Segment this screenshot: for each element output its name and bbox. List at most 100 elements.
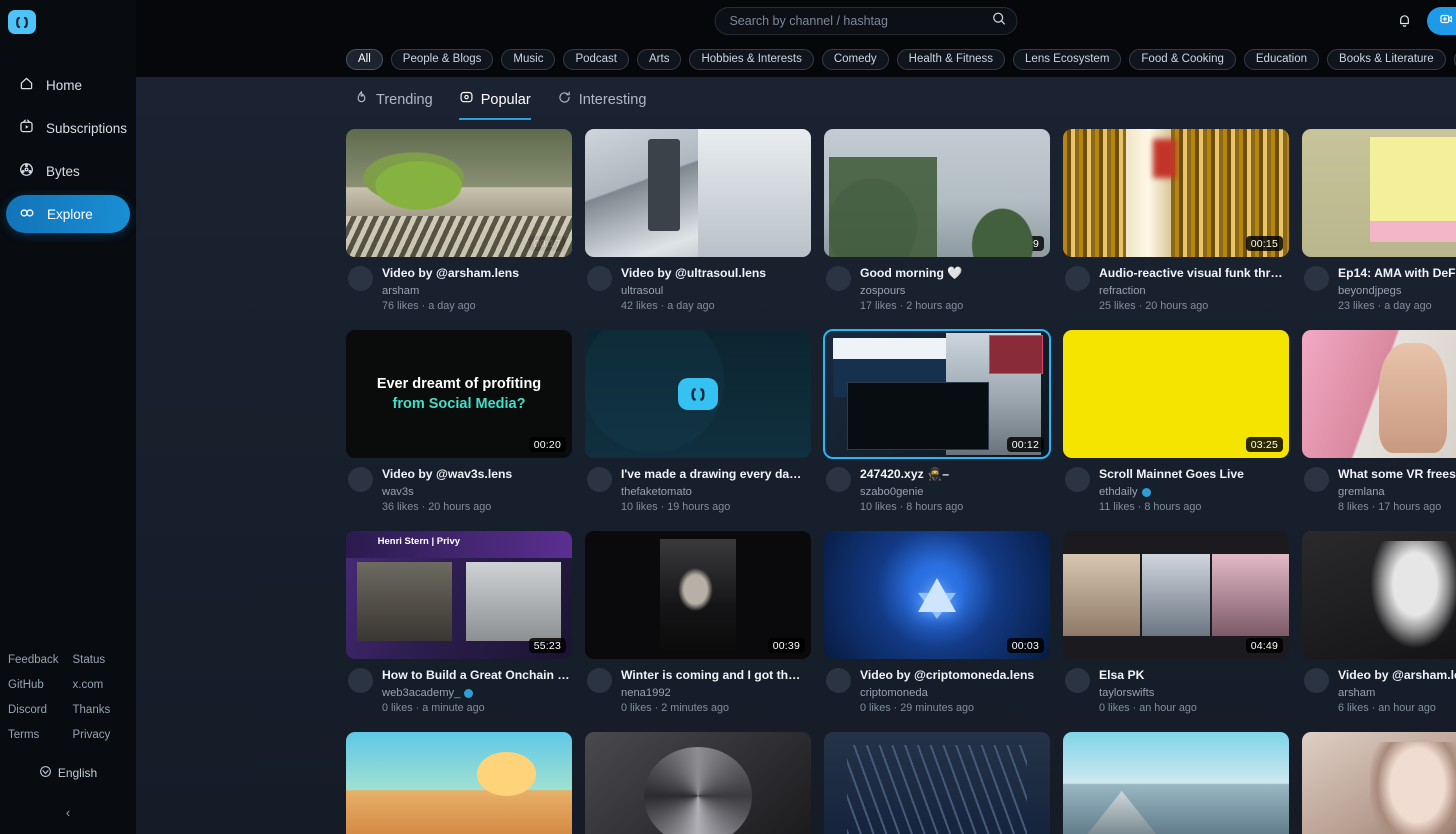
video-card[interactable]: 00:09 Good morning 🤍 zospours 17 likes · 2 … (824, 129, 1050, 312)
video-title[interactable]: Video by @arsham.lens (1338, 668, 1456, 683)
tab-trending[interactable]: Trending (354, 90, 433, 120)
video-thumbnail[interactable] (824, 732, 1050, 834)
video-title[interactable]: How to Build a Great Onchain … (382, 668, 570, 683)
video-thumbnail[interactable]: 00:12 (823, 329, 1051, 459)
video-card[interactable]: 04:49 Elsa PK taylorswifts 0 likes · an hou… (1063, 531, 1289, 714)
video-card[interactable]: 00:26 Video by @arsham.lens arsham 6 likes … (1302, 531, 1456, 714)
footer-link-feedback[interactable]: Feedback (8, 654, 59, 666)
video-title[interactable]: 247420.xyz 🥷– (860, 467, 1048, 482)
channel-name[interactable]: gremlana (1338, 486, 1456, 498)
video-card[interactable] (1302, 732, 1456, 834)
channel-name[interactable]: beyondjpegs (1338, 285, 1456, 297)
channel-avatar[interactable] (348, 467, 373, 492)
footer-link-privacy[interactable]: Privacy (73, 729, 111, 741)
footer-link-status[interactable]: Status (73, 654, 111, 666)
category-chip[interactable]: Hobbies & Interests (689, 48, 814, 70)
new-video-button[interactable]: New video (1427, 6, 1456, 35)
sidebar-item-subscriptions[interactable]: Subscriptions (6, 109, 130, 147)
channel-name[interactable]: criptomoneda (860, 687, 1048, 699)
category-chip[interactable]: People & Blogs (390, 48, 494, 70)
sidebar-item-home[interactable]: Home (6, 66, 130, 104)
channel-avatar[interactable] (587, 266, 612, 291)
category-chip[interactable]: Health & Fitness (896, 48, 1006, 70)
channel-name[interactable]: szabo0genie (860, 486, 1048, 498)
footer-link-thanks[interactable]: Thanks (73, 704, 111, 716)
channel-avatar[interactable] (1304, 668, 1329, 693)
video-card[interactable]: 00:17 Video by @arsham.lens arsham 76 likes… (346, 129, 572, 312)
category-chip[interactable]: All (346, 48, 383, 70)
video-title[interactable]: Audio-reactive visual funk thr… (1099, 266, 1287, 281)
video-card[interactable]: Ever dreamt of profiting from Social Medi… (346, 330, 572, 513)
category-chip[interactable]: Books & Literature (1327, 48, 1446, 70)
video-title[interactable]: I've made a drawing every da… (621, 467, 809, 482)
video-card[interactable]: 00:05 Video by @ultrasoul.lens ultrasoul 42… (585, 129, 811, 312)
video-thumbnail[interactable] (585, 732, 811, 834)
channel-name[interactable]: taylorswifts (1099, 687, 1287, 699)
video-card[interactable]: Henri Stern | Privy 55:23 How to Build a G… (346, 531, 572, 714)
footer-link-discord[interactable]: Discord (8, 704, 59, 716)
tab-popular[interactable]: Popular (458, 90, 531, 120)
channel-name[interactable]: thefaketomato (621, 486, 809, 498)
video-title[interactable]: What some VR freestyle sculp… (1338, 467, 1456, 482)
video-card[interactable]: I've made a drawing every da… thefaketoma… (585, 330, 811, 513)
lenstube-logo-icon[interactable] (8, 10, 36, 34)
video-card[interactable] (1063, 732, 1289, 834)
video-thumbnail[interactable]: Henri Stern | Privy 55:23 (346, 531, 572, 659)
video-card[interactable]: 01:18 What some VR freestyle sculp… gremla… (1302, 330, 1456, 513)
video-title[interactable]: Scroll Mainnet Goes Live (1099, 467, 1287, 482)
video-card[interactable]: 00:03 Video by @criptomoneda.lens criptomo… (824, 531, 1050, 714)
video-thumbnail[interactable] (585, 330, 811, 458)
footer-link-terms[interactable]: Terms (8, 729, 59, 741)
sidebar-item-explore[interactable]: Explore (6, 195, 130, 233)
channel-avatar[interactable] (1304, 467, 1329, 492)
category-chip[interactable]: Comedy (821, 48, 889, 70)
language-selector[interactable]: English (0, 765, 136, 781)
video-card[interactable] (346, 732, 572, 834)
channel-name[interactable]: refraction (1099, 285, 1287, 297)
video-thumbnail[interactable]: Ever dreamt of profiting from Social Medi… (346, 330, 572, 458)
channel-avatar[interactable] (826, 266, 851, 291)
video-card[interactable] (585, 732, 811, 834)
category-chip[interactable]: Lens Ecosystem (1013, 48, 1122, 70)
channel-avatar[interactable] (826, 467, 851, 492)
channel-name[interactable]: arsham (382, 285, 570, 297)
channel-name[interactable]: zospours (860, 285, 1048, 297)
channel-avatar[interactable] (587, 467, 612, 492)
video-thumbnail[interactable] (1302, 732, 1456, 834)
channel-avatar[interactable] (1065, 266, 1090, 291)
bell-icon[interactable] (1396, 12, 1413, 29)
channel-name[interactable]: nena1992 (621, 687, 809, 699)
channel-avatar[interactable] (1304, 266, 1329, 291)
video-title[interactable]: Good morning 🤍 (860, 266, 1048, 281)
channel-avatar[interactable] (348, 668, 373, 693)
sidebar-item-bytes[interactable]: Bytes (6, 152, 130, 190)
video-card[interactable]: 00:39 Winter is coming and I got th… nena1… (585, 531, 811, 714)
video-thumbnail[interactable]: 00:26 (1302, 531, 1456, 659)
video-title[interactable]: Winter is coming and I got th… (621, 668, 809, 683)
category-chip[interactable]: Food & Cooking (1129, 48, 1236, 70)
video-thumbnail[interactable]: 00:15 (1063, 129, 1289, 257)
video-title[interactable]: Video by @arsham.lens (382, 266, 570, 281)
video-card[interactable]: 03:25 Scroll Mainnet Goes Live ethdaily 11 … (1063, 330, 1289, 513)
search-input[interactable] (729, 13, 992, 28)
video-title[interactable]: Video by @criptomoneda.lens (860, 668, 1048, 683)
category-chip[interactable]: Music (501, 48, 556, 70)
video-thumbnail[interactable]: 01:18 (1302, 330, 1456, 458)
video-title[interactable]: Elsa PK (1099, 668, 1287, 683)
video-card[interactable]: 01:41 Ep14: AMA with DeFinn - Open… beyond… (1302, 129, 1456, 312)
channel-avatar[interactable] (587, 668, 612, 693)
video-title[interactable]: Ep14: AMA with DeFinn - Open… (1338, 266, 1456, 281)
video-title[interactable]: Video by @wav3s.lens (382, 467, 570, 482)
channel-name[interactable]: ultrasoul (621, 285, 809, 297)
video-thumbnail[interactable]: 00:17 (346, 129, 572, 257)
tab-interesting[interactable]: Interesting (557, 90, 646, 120)
channel-avatar[interactable] (1065, 467, 1090, 492)
category-chip[interactable]: Arts (637, 48, 682, 70)
footer-link-xcom[interactable]: x.com (73, 679, 111, 691)
channel-avatar[interactable] (826, 668, 851, 693)
logo-container[interactable] (0, 0, 136, 44)
collapse-sidebar-button[interactable]: ‹ (0, 805, 136, 820)
video-thumbnail[interactable]: 00:39 (585, 531, 811, 659)
video-card[interactable]: 00:12 247420.xyz 🥷– szabo0genie 10 likes · … (823, 329, 1051, 513)
video-card[interactable] (824, 732, 1050, 834)
